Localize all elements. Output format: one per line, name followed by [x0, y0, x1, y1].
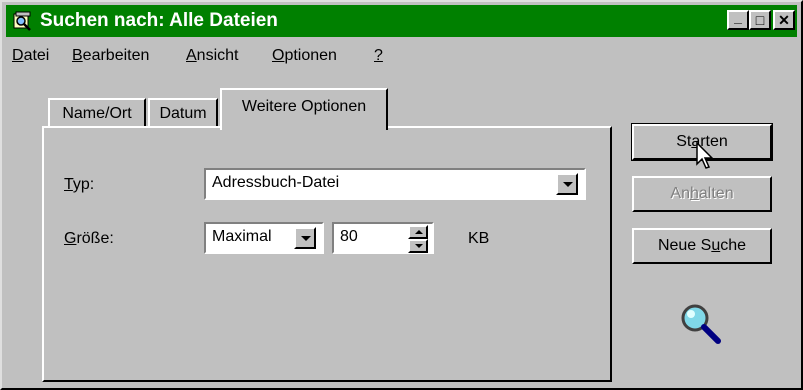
size-mode-select[interactable]: Maximal [204, 222, 324, 254]
chevron-down-icon [301, 236, 311, 241]
mouse-cursor-icon [696, 141, 716, 177]
spin-down-button[interactable] [408, 239, 428, 253]
tab-name-ort[interactable]: Name/Ort [48, 98, 146, 128]
maximize-icon: □ [755, 12, 765, 28]
stop-button[interactable]: Anhalten [632, 176, 772, 212]
menu-ansicht[interactable]: Ansicht [186, 47, 238, 65]
close-icon: ✕ [778, 12, 790, 28]
menu-datei[interactable]: Datei [12, 47, 49, 65]
size-mode-dropdown-button[interactable] [294, 227, 316, 249]
tab-datum[interactable]: Datum [148, 98, 218, 128]
chevron-down-icon [563, 182, 573, 187]
size-unit: KB [468, 230, 490, 247]
arrow-up-icon [415, 230, 423, 234]
search-app-icon [12, 10, 34, 32]
menu-help[interactable]: ? [374, 47, 383, 65]
search-window: Suchen nach: Alle Dateien _ □ ✕ Datei Be… [0, 0, 803, 390]
maximize-button[interactable]: □ [749, 10, 771, 30]
minimize-button[interactable]: _ [727, 9, 749, 30]
type-select[interactable]: Adressbuch-Datei [204, 168, 586, 200]
menu-optionen[interactable]: Optionen [272, 47, 337, 65]
tab-weitere-optionen[interactable]: Weitere Optionen [220, 88, 388, 130]
magnifier-icon [678, 302, 724, 351]
window-title: Suchen nach: Alle Dateien [40, 10, 278, 31]
new-search-button[interactable]: Neue Suche [632, 228, 772, 264]
minimize-icon: _ [734, 9, 742, 25]
arrow-down-icon [415, 244, 423, 248]
spin-up-button[interactable] [408, 225, 428, 239]
menu-bar: Datei Bearbeiten Ansicht Optionen ? [6, 42, 797, 70]
type-dropdown-button[interactable] [556, 173, 578, 195]
tab-panel-weitere-optionen: Typ: Adressbuch-Datei Größe: Maximal 80 … [42, 126, 612, 382]
size-label: Größe: [64, 230, 114, 247]
type-label: Typ: [64, 176, 95, 193]
menu-bearbeiten[interactable]: Bearbeiten [72, 47, 149, 65]
close-button[interactable]: ✕ [773, 10, 795, 30]
size-value-spinner[interactable]: 80 [332, 222, 434, 254]
title-bar[interactable]: Suchen nach: Alle Dateien _ □ ✕ [6, 5, 797, 37]
